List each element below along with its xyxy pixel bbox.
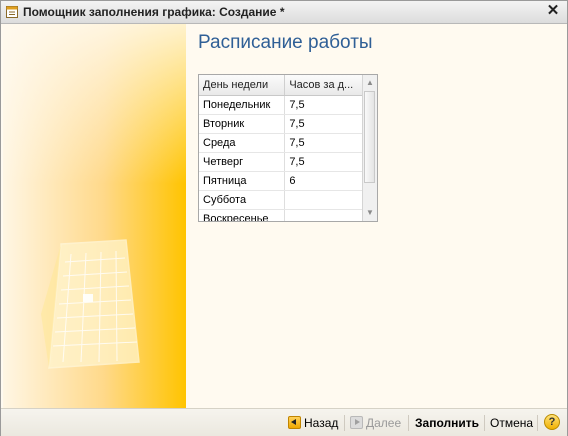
cell-day[interactable]: Вторник [199,114,286,134]
arrow-left-icon [288,416,301,429]
cell-hours[interactable]: 7,5 [284,114,365,134]
close-icon[interactable]: ✕ [545,3,561,19]
schedule-table[interactable]: День недели Часов за д... Понедельник 7,5… [198,74,378,222]
table-row[interactable]: Пятница 6 [199,171,365,191]
table-row[interactable]: Суббота [199,190,365,210]
separator [344,415,345,431]
fill-button-label: Заполнить [415,416,479,430]
cancel-button-label: Отмена [490,416,534,430]
cell-hours[interactable]: 7,5 [284,95,365,115]
separator [408,415,409,431]
table-row[interactable]: Среда 7,5 [199,133,365,153]
page-title: Расписание работы [198,32,373,53]
cell-day[interactable]: Понедельник [199,95,286,115]
back-button[interactable]: Назад [288,415,338,431]
cell-hours[interactable] [284,209,365,221]
table-row[interactable]: Понедельник 7,5 [199,95,365,115]
cell-day[interactable]: Пятница [199,171,286,191]
cell-day[interactable]: Суббота [199,190,286,210]
scrollbar-thumb[interactable] [364,91,375,183]
vertical-scrollbar[interactable]: ▲ ▼ [362,75,377,221]
separator [484,415,485,431]
arrow-right-icon [350,416,363,429]
cell-day[interactable]: Четверг [199,152,286,172]
calendar-illustration-icon [41,239,140,369]
table-row[interactable]: Воскресенье [199,209,365,221]
button-bar: Назад Далее Заполнить Отмена ? [1,408,567,436]
next-button[interactable]: Далее [350,415,401,431]
column-header-day[interactable]: День недели [199,75,286,96]
separator [537,415,538,431]
column-header-hours[interactable]: Часов за д... [284,75,365,96]
table-row[interactable]: Вторник 7,5 [199,114,365,134]
scroll-down-arrow-icon[interactable]: ▼ [363,205,377,221]
scroll-up-arrow-icon[interactable]: ▲ [363,75,377,91]
cell-day[interactable]: Среда [199,133,286,153]
cell-hours[interactable]: 6 [284,171,365,191]
next-button-label: Далее [366,416,402,430]
cell-hours[interactable] [284,190,365,210]
fill-button[interactable]: Заполнить [415,415,479,431]
table-row[interactable]: Четверг 7,5 [199,152,365,172]
cell-hours[interactable]: 7,5 [284,152,365,172]
help-icon[interactable]: ? [544,414,560,430]
wizard-icon [6,6,18,18]
title-bar: Помощник заполнения графика: Создание * … [1,1,567,24]
cell-day[interactable]: Воскресенье [199,209,286,221]
table-header-row: День недели Часов за д... [199,75,365,96]
cell-hours[interactable]: 7,5 [284,133,365,153]
back-button-label: Назад [304,416,339,430]
window-title: Помощник заполнения графика: Создание * [23,5,285,19]
side-panel [3,24,186,408]
wizard-window: Помощник заполнения графика: Создание * … [0,0,568,436]
cancel-button[interactable]: Отмена [490,415,533,431]
